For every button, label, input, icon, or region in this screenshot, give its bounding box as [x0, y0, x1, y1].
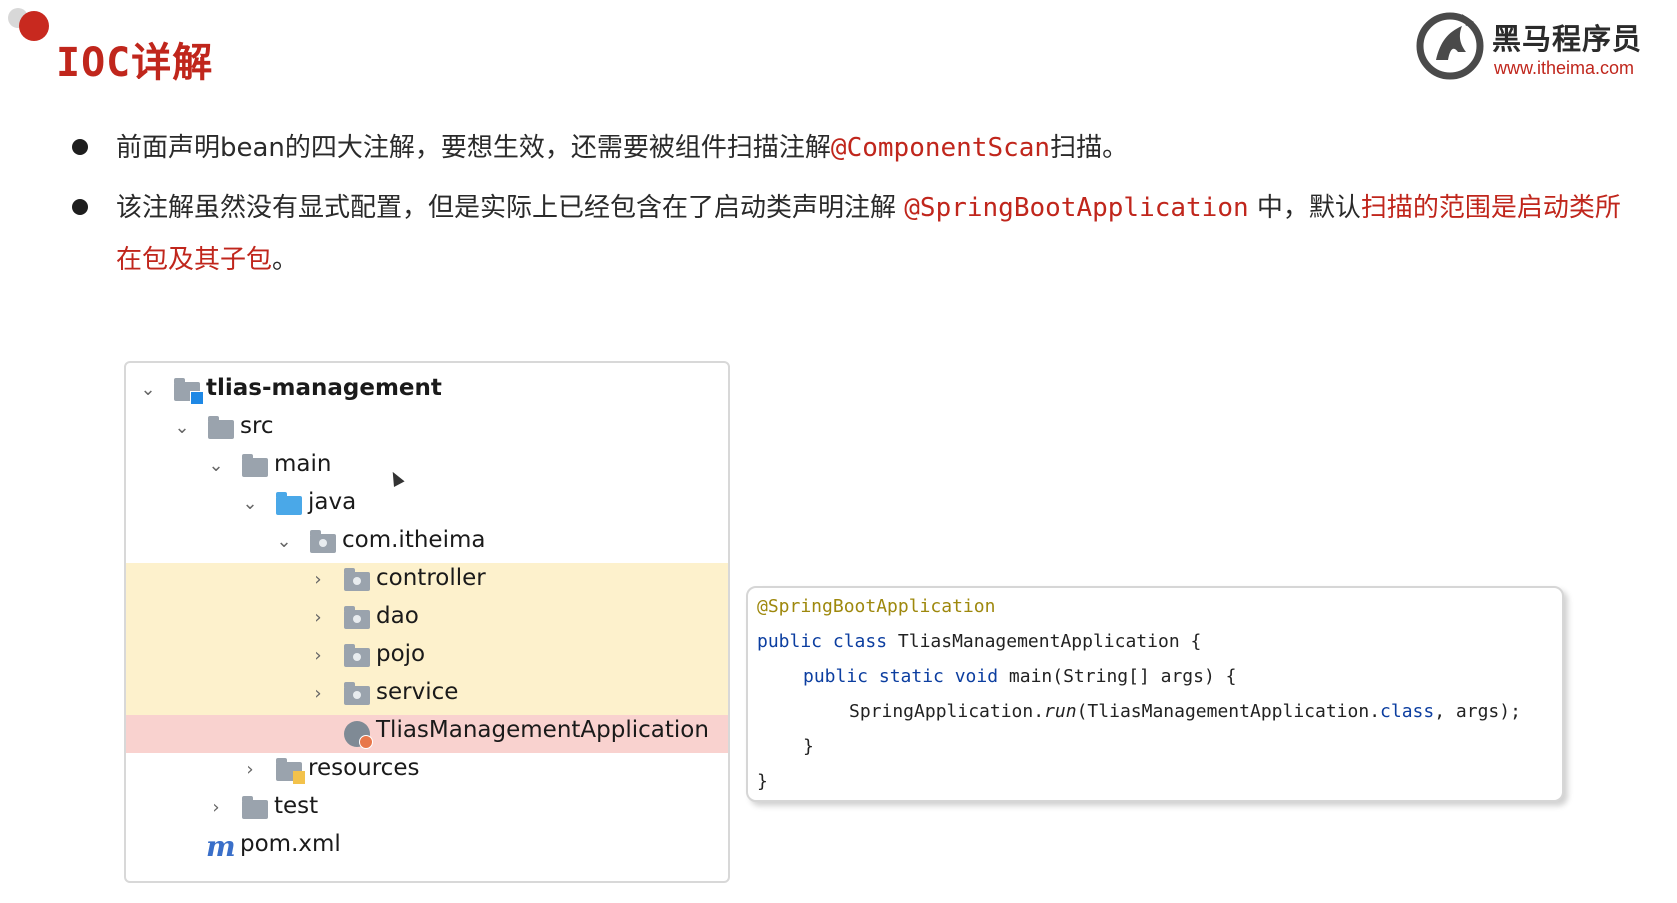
tree-item-java[interactable]: ⌄ java: [126, 487, 728, 525]
tree-item-service[interactable]: › service: [126, 677, 728, 715]
tree-item-label: dao: [376, 603, 419, 629]
brand-logo: 黑马程序员 www.itheima.com: [1414, 8, 1659, 80]
code-keyword: public class: [757, 631, 898, 652]
tree-item-label: java: [308, 489, 357, 515]
package-icon: [344, 682, 370, 705]
tree-item-com-itheima[interactable]: ⌄ com.itheima: [126, 525, 728, 563]
tree-item-pojo[interactable]: › pojo: [126, 639, 728, 677]
tree-item-label: pom.xml: [240, 831, 341, 857]
folder-icon: [242, 796, 268, 819]
chevron-down-icon[interactable]: ⌄: [138, 377, 158, 403]
chevron-right-icon[interactable]: ›: [308, 643, 328, 669]
package-icon: [310, 530, 336, 553]
bullet-text: 该注解虽然没有显式配置，但是实际上已经包含在了启动类声明注解: [116, 193, 905, 223]
chevron-right-icon[interactable]: ›: [308, 681, 328, 707]
tree-item-src[interactable]: ⌄ src: [126, 411, 728, 449]
package-icon: [344, 568, 370, 591]
chevron-right-icon[interactable]: ›: [206, 795, 226, 821]
bullet-text: 扫描。: [1050, 133, 1129, 163]
tree-item-label: src: [240, 413, 274, 439]
chevron-right-icon[interactable]: ›: [308, 605, 328, 631]
tree-item-label: TliasManagementApplication: [376, 717, 709, 743]
code-line-close-class: }: [757, 771, 768, 792]
folder-icon: [242, 454, 268, 477]
chevron-down-icon[interactable]: ⌄: [274, 529, 294, 555]
code-text: (TliasManagementApplication.: [1076, 701, 1381, 722]
code-line-class: public class TliasManagementApplication …: [757, 631, 1201, 652]
code-annotation: @SpringBootApplication: [757, 596, 996, 617]
tree-item-label: controller: [376, 565, 486, 591]
decor-dot-red: [19, 11, 49, 41]
bullet-springboot-application: 该注解虽然没有显式配置，但是实际上已经包含在了启动类声明注解 @SpringBo…: [70, 182, 1630, 286]
project-folder-icon: [174, 378, 204, 405]
bullet-text: 中，默认: [1248, 193, 1361, 223]
package-icon: [344, 606, 370, 629]
bullet-dot-icon: [72, 139, 88, 155]
resources-folder-icon: [276, 758, 305, 784]
bullet-text: 。: [272, 245, 299, 275]
page-title: IOC详解: [56, 40, 214, 86]
chevron-right-icon[interactable]: ›: [240, 757, 260, 783]
brand-url: www.itheima.com: [1494, 58, 1635, 78]
maven-icon: m: [206, 830, 236, 863]
tree-item-pom-xml[interactable]: m pom.xml: [126, 829, 728, 867]
code-line-close-method: }: [803, 736, 814, 757]
folder-icon: [208, 416, 234, 439]
tree-item-label: com.itheima: [342, 527, 486, 553]
tree-item-tlias-management-application[interactable]: TliasManagementApplication: [126, 715, 728, 753]
tree-item-controller[interactable]: › controller: [126, 563, 728, 601]
horse-logo-icon: [1416, 12, 1484, 80]
springboot-annotation: @SpringBootApplication: [904, 193, 1249, 223]
tree-item-label: tlias-management: [206, 375, 442, 401]
bullet-component-scan: 前面声明bean的四大注解，要想生效，还需要被组件扫描注解@ComponentS…: [70, 122, 1630, 174]
code-line-main: public static void main(String[] args) {: [803, 666, 1236, 687]
tree-item-resources[interactable]: › resources: [126, 753, 728, 791]
code-method: run: [1044, 701, 1077, 722]
code-line-run: SpringApplication.run(TliasManagementApp…: [849, 701, 1521, 722]
bullet-text: 前面声明bean的四大注解，要想生效，还需要被组件扫描注解: [116, 133, 831, 163]
code-keyword: class: [1380, 701, 1435, 722]
code-keyword: public static void: [803, 666, 1009, 687]
bullet-dot-icon: [72, 199, 88, 215]
code-text: SpringApplication.: [849, 701, 1045, 722]
tree-item-label: main: [274, 451, 332, 477]
spring-boot-class-icon: [344, 721, 373, 749]
tree-item-label: resources: [308, 755, 420, 781]
tree-item-tlias-management[interactable]: ⌄ tlias-management: [126, 373, 728, 411]
chevron-down-icon[interactable]: ⌄: [206, 453, 226, 479]
bullet-list: 前面声明bean的四大注解，要想生效，还需要被组件扫描注解@ComponentS…: [70, 122, 1630, 286]
code-text: TliasManagementApplication {: [897, 631, 1202, 652]
package-icon: [344, 644, 370, 667]
code-text: , args);: [1434, 701, 1521, 722]
component-scan-annotation: @ComponentScan: [830, 133, 1051, 163]
code-snippet: @SpringBootApplication public class Tlia…: [746, 586, 1564, 802]
chevron-right-icon[interactable]: ›: [308, 567, 328, 593]
tree-item-label: service: [376, 679, 459, 705]
code-text: main(String[] args) {: [1008, 666, 1237, 687]
tree-item-dao[interactable]: › dao: [126, 601, 728, 639]
brand-name: 黑马程序员: [1492, 22, 1643, 56]
tree-item-label: pojo: [376, 641, 426, 667]
tree-item-test[interactable]: › test: [126, 791, 728, 829]
project-tree-panel: ⌄ tlias-management ⌄ src ⌄ main ⌄ java ⌄…: [124, 361, 730, 883]
tree-item-main[interactable]: ⌄ main: [126, 449, 728, 487]
chevron-down-icon[interactable]: ⌄: [240, 491, 260, 517]
tree-item-label: test: [274, 793, 319, 819]
chevron-down-icon[interactable]: ⌄: [172, 415, 192, 441]
source-folder-icon: [276, 492, 302, 515]
